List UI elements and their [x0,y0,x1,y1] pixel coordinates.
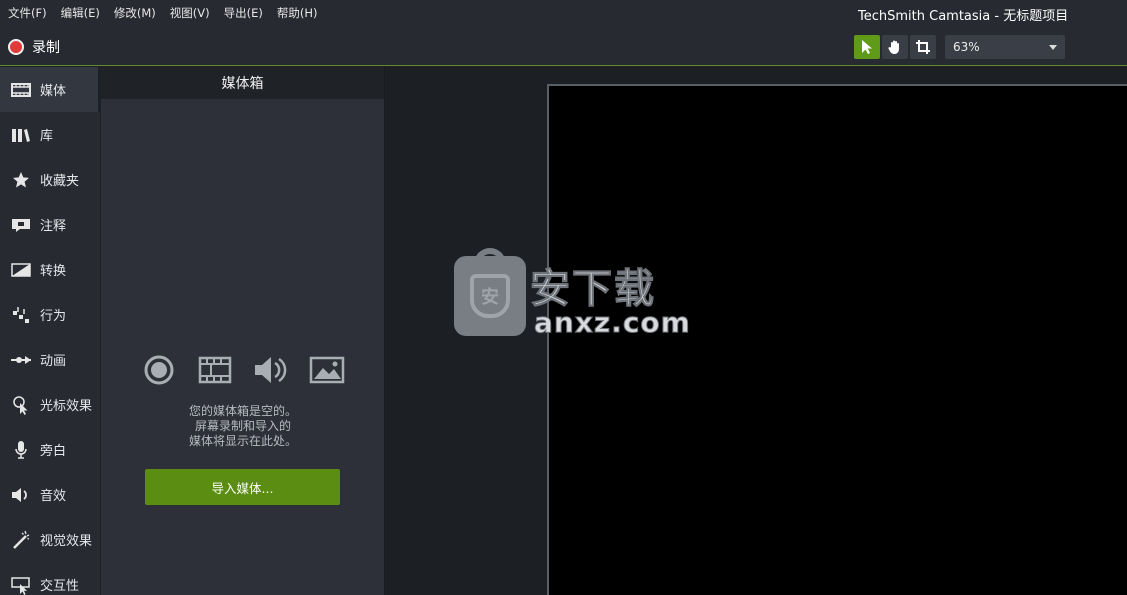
sidebar-item-behaviors[interactable]: 行为 [0,292,100,337]
record-button[interactable]: 录制 [8,37,60,57]
zoom-value: 63% [953,40,980,54]
empty-line-3: 媒体将显示在此处。 [188,434,297,448]
media-bin-panel: 媒体箱 您的媒体箱是空的。 屏幕录制和导入的 媒体将显示在此处。 导入媒体... [101,67,385,595]
sidebar-item-favorites[interactable]: 收藏夹 [0,157,100,202]
menu-bar: 文件(F) 编辑(E) 修改(M) 视图(V) 导出(E) 帮助(H) [0,0,331,26]
empty-line-2: 屏幕录制和导入的 [194,419,291,433]
image-icon [308,354,346,386]
sidebar-item-animations[interactable]: 动画 [0,337,100,382]
sidebar-item-cursor-effects[interactable]: 光标效果 [0,382,100,427]
sidebar-item-visual-effects[interactable]: 视觉效果 [0,517,100,562]
library-icon [10,125,32,145]
speaker-icon [10,485,32,505]
cursor-effect-icon [10,395,32,415]
crop-tool-button[interactable] [910,35,936,59]
top-toolbar: 文件(F) 编辑(E) 修改(M) 视图(V) 导出(E) 帮助(H) Tech… [0,0,1127,66]
interactivity-icon [10,575,32,595]
sidebar-item-label: 收藏夹 [40,174,80,189]
empty-line-1: 您的媒体箱是空的。 [188,404,297,418]
zoom-dropdown[interactable]: 63% [945,35,1065,59]
microphone-icon [10,440,32,460]
audio-icon [252,354,290,386]
film-icon [10,80,32,100]
star-icon [10,170,32,190]
shield-logo-icon: 安 [454,248,526,336]
canvas-tools [854,35,938,59]
record-label: 录制 [32,40,60,56]
video-icon [196,354,234,386]
menu-export[interactable]: 导出(E) [224,5,263,21]
sidebar-item-label: 媒体 [40,84,67,99]
pointer-icon [862,40,872,54]
sidebar-item-voice-narration[interactable]: 旁白 [0,427,100,472]
sidebar-item-transitions[interactable]: 转换 [0,247,100,292]
menu-view[interactable]: 视图(V) [170,5,210,21]
sidebar-item-label: 音效 [40,489,67,504]
watermark-en-text: anxz.com [534,306,691,340]
menu-file[interactable]: 文件(F) [8,5,47,21]
tools-sidebar: 媒体 库 收藏夹 注释 转换 行为 动画 光标效果 旁白 音效 视觉效果 交互性 [0,67,100,595]
menu-help[interactable]: 帮助(H) [277,5,318,21]
watermark-logo: 安 安下载 anxz.com [454,248,690,340]
watermark-logo-glyph: 安 [470,274,510,318]
sidebar-item-interactivity[interactable]: 交互性 [0,562,100,595]
record-screen-icon [140,354,178,386]
window-title: TechSmith Camtasia - 无标题项目 [858,9,1069,24]
sidebar-item-audio-effects[interactable]: 音效 [0,472,100,517]
crop-icon [916,40,930,54]
media-type-icons [101,354,385,386]
behavior-icon [10,305,32,325]
sidebar-item-annotations[interactable]: 注释 [0,202,100,247]
empty-bin-message: 您的媒体箱是空的。 屏幕录制和导入的 媒体将显示在此处。 [101,404,385,449]
import-media-button[interactable]: 导入媒体... [145,469,340,505]
menu-edit[interactable]: 编辑(E) [61,5,100,21]
preview-canvas[interactable] [547,84,1127,595]
sidebar-item-label: 交互性 [40,579,80,594]
sidebar-item-media[interactable]: 媒体 [0,67,100,112]
hand-pan-tool-button[interactable] [882,35,908,59]
sidebar-item-label: 转换 [40,264,67,279]
sidebar-item-label: 视觉效果 [40,534,93,549]
sidebar-item-label: 动画 [40,354,67,369]
sidebar-item-label: 光标效果 [40,399,93,414]
menu-modify[interactable]: 修改(M) [114,5,156,21]
animation-icon [10,350,32,370]
hand-pan-icon [888,40,899,54]
transition-icon [10,260,32,280]
record-icon [8,39,24,55]
sidebar-item-label: 行为 [40,309,67,324]
sidebar-item-label: 旁白 [40,444,67,459]
panel-title: 媒体箱 [101,67,384,99]
sidebar-item-label: 库 [40,129,54,144]
chevron-down-icon [1049,44,1057,50]
sidebar-item-library[interactable]: 库 [0,112,100,157]
magic-wand-icon [10,530,32,550]
pointer-tool-button[interactable] [854,35,880,59]
annotation-icon [10,215,32,235]
sidebar-item-label: 注释 [40,219,67,234]
